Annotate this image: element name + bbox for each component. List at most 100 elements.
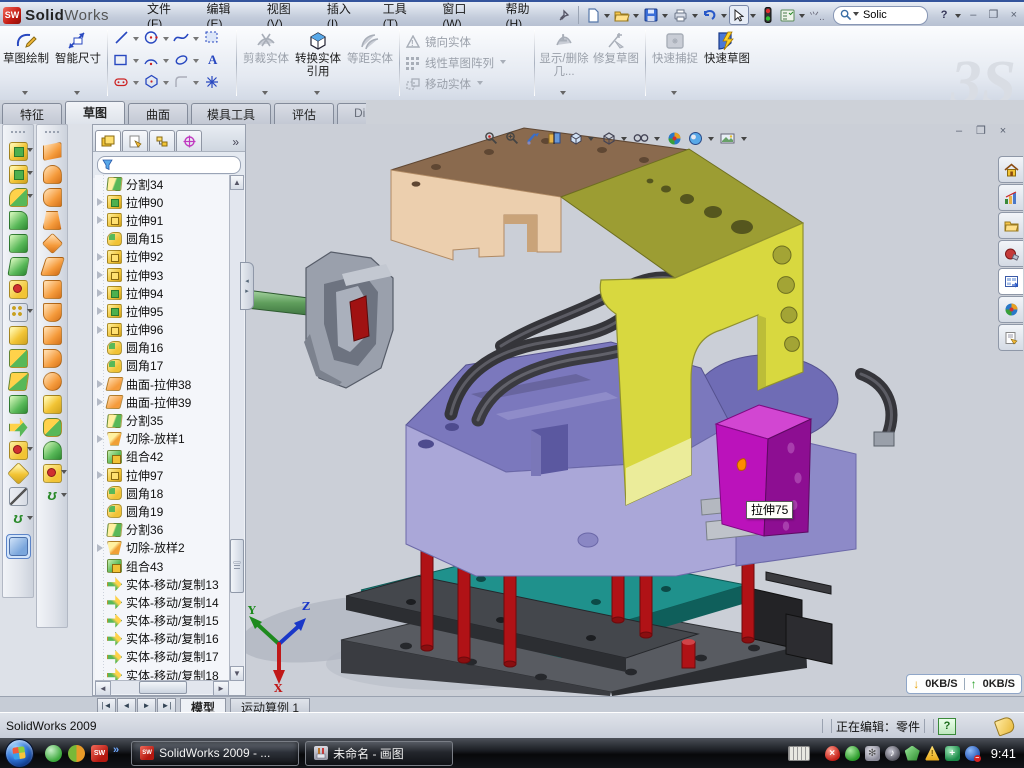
cut-extrude-button[interactable] xyxy=(3,163,33,186)
panel-splitter-handle[interactable]: ◂▸ xyxy=(240,262,254,310)
sketch-dropdown-icon[interactable] xyxy=(22,91,28,98)
expand-icon[interactable] xyxy=(96,251,106,263)
slot-tool-icon[interactable] xyxy=(113,75,129,93)
tray-sync-icon[interactable]: − xyxy=(965,746,980,761)
mirror-entities-button[interactable]: ! 镜向实体 xyxy=(403,32,531,52)
tree-item-fillet16[interactable]: 圆角16 xyxy=(95,339,229,357)
trim-entities-button[interactable]: 剪裁实体 xyxy=(240,26,292,100)
insert-mold-folder-button[interactable] xyxy=(37,301,67,324)
hide-show-items-icon[interactable] xyxy=(632,129,650,147)
linear-pattern-button[interactable] xyxy=(3,301,33,324)
tab-evaluate[interactable]: 评估 xyxy=(274,103,334,125)
new-dropdown-icon[interactable] xyxy=(604,14,610,21)
taskbar-task-solidworks[interactable]: SW SolidWorks 2009 - ... xyxy=(131,741,299,766)
quicklaunch-messenger-icon[interactable] xyxy=(45,745,62,762)
dome-button[interactable] xyxy=(37,439,67,462)
view-settings-dropdown-icon[interactable] xyxy=(741,137,747,144)
boss-extrude-button[interactable] xyxy=(3,140,33,163)
selection-filter-icon[interactable]: ⺍.. xyxy=(808,6,826,24)
save-dropdown-icon[interactable] xyxy=(662,14,668,21)
split-button[interactable] xyxy=(3,370,33,393)
rectangle-tool-icon[interactable] xyxy=(113,53,129,72)
zoom-fit-icon[interactable] xyxy=(482,129,500,147)
tree-item-move-copy14[interactable]: 实体-移动/复制14 xyxy=(95,593,229,611)
view-orientation-dropdown-icon[interactable] xyxy=(588,137,594,144)
tooling-split-button[interactable] xyxy=(37,255,67,278)
doc-minimize-button[interactable]: – xyxy=(950,124,968,139)
rapid-sketch-button[interactable]: 快速草图 xyxy=(701,26,753,100)
tree-item-surface-extrude38[interactable]: 曲面-拉伸38 xyxy=(95,375,229,393)
tab-surfaces[interactable]: 曲面 xyxy=(128,103,188,125)
tree-item-extrude95[interactable]: 拉伸95 xyxy=(95,302,229,320)
tree-item-fillet17[interactable]: 圆角17 xyxy=(95,357,229,375)
expand-icon[interactable] xyxy=(96,196,106,208)
undo-icon[interactable] xyxy=(701,6,719,24)
select-dropdown-icon[interactable] xyxy=(750,14,756,21)
tree-item-extrude96[interactable]: 拉伸96 xyxy=(95,321,229,339)
undercut-detection-button[interactable] xyxy=(37,186,67,209)
quicklaunch-overflow-icon[interactable]: » xyxy=(113,744,119,756)
start-button[interactable] xyxy=(5,739,34,768)
tree-item-surface-extrude39[interactable]: 曲面-拉伸39 xyxy=(95,393,229,411)
expand-icon[interactable] xyxy=(96,542,106,554)
smart-dimension-button[interactable]: 智能尺寸 xyxy=(52,26,104,100)
shell-button[interactable] xyxy=(3,232,33,255)
scroll-thumb[interactable] xyxy=(230,539,244,593)
options-icon[interactable] xyxy=(779,6,797,24)
tree-item-extrude90[interactable]: 拉伸90 xyxy=(95,193,229,211)
quick-snaps-button[interactable]: 快速捕捉 xyxy=(649,26,701,100)
ellipse-tool-icon[interactable] xyxy=(173,53,190,72)
help-icon[interactable]: ? xyxy=(936,8,952,23)
save-icon[interactable] xyxy=(642,6,660,24)
doc-close-button[interactable]: × xyxy=(994,124,1012,139)
help-dropdown-icon[interactable] xyxy=(955,14,961,21)
tray-vpn-icon[interactable] xyxy=(905,746,920,761)
spline-tool-button[interactable]: ʊ xyxy=(37,485,67,508)
tree-item-combine42[interactable]: 组合42 xyxy=(95,448,229,466)
previous-view-icon[interactable] xyxy=(524,129,542,147)
tray-warning-icon[interactable]: ! xyxy=(925,746,940,761)
shut-off-surface-button[interactable] xyxy=(37,232,67,255)
tab-features[interactable]: 特征 xyxy=(2,103,62,125)
quicklaunch-app-icon[interactable] xyxy=(68,745,85,762)
arc-tool-icon[interactable] xyxy=(143,53,159,72)
expand-icon[interactable] xyxy=(96,433,106,445)
circle-dropdown-icon[interactable] xyxy=(163,37,169,44)
reference-geometry-button[interactable] xyxy=(3,439,33,462)
expand-icon[interactable] xyxy=(96,396,106,408)
scale-button[interactable] xyxy=(37,278,67,301)
tree-item-move-copy18[interactable]: 实体-移动/复制18 xyxy=(95,666,229,681)
spline-dropdown-icon[interactable] xyxy=(193,37,199,44)
curve-button[interactable] xyxy=(3,485,33,508)
tree-item-split34[interactable]: 分割34 xyxy=(95,175,229,193)
tree-item-combine43[interactable]: 组合43 xyxy=(95,557,229,575)
quick-snaps-dropdown-icon[interactable] xyxy=(671,91,677,98)
cavity-button[interactable] xyxy=(37,347,67,370)
tree-item-extrude91[interactable]: 拉伸91 xyxy=(95,211,229,229)
tree-item-extrude93[interactable]: 拉伸93 xyxy=(95,266,229,284)
tree-item-extrude92[interactable]: 拉伸92 xyxy=(95,248,229,266)
move-copy-body-button[interactable] xyxy=(3,416,33,439)
convert-entities-button[interactable]: 转换实体引用 xyxy=(292,26,344,100)
tray-volume-icon[interactable]: ♪ xyxy=(885,746,900,761)
close-button[interactable]: × xyxy=(1006,8,1022,23)
scroll-down-icon[interactable]: ▼ xyxy=(230,666,244,681)
knit-surface-button[interactable] xyxy=(37,393,67,416)
view-palette-tab[interactable] xyxy=(998,268,1023,295)
combine-button[interactable] xyxy=(3,393,33,416)
display-style-dropdown-icon[interactable] xyxy=(621,137,627,144)
scroll-left-icon[interactable]: ◄ xyxy=(95,681,111,696)
sketch-button[interactable]: 草图绘制 xyxy=(0,26,52,100)
tab-sketch[interactable]: 草图 xyxy=(65,101,125,125)
view-settings-icon[interactable] xyxy=(719,129,737,147)
arc-dropdown-icon[interactable] xyxy=(163,59,169,66)
doc-restore-button[interactable]: ❐ xyxy=(972,124,990,139)
print-dropdown-icon[interactable] xyxy=(692,14,698,21)
pin-toolbar-icon[interactable] xyxy=(555,6,573,24)
sw-resources-tab[interactable] xyxy=(998,156,1023,183)
parting-surface-button[interactable] xyxy=(37,209,67,232)
polygon-dropdown-icon[interactable] xyxy=(163,81,169,88)
offset-entities-button[interactable]: 等距实体 xyxy=(344,26,396,100)
circle-tool-icon[interactable] xyxy=(143,30,159,50)
trim-dropdown-icon[interactable] xyxy=(262,91,268,98)
